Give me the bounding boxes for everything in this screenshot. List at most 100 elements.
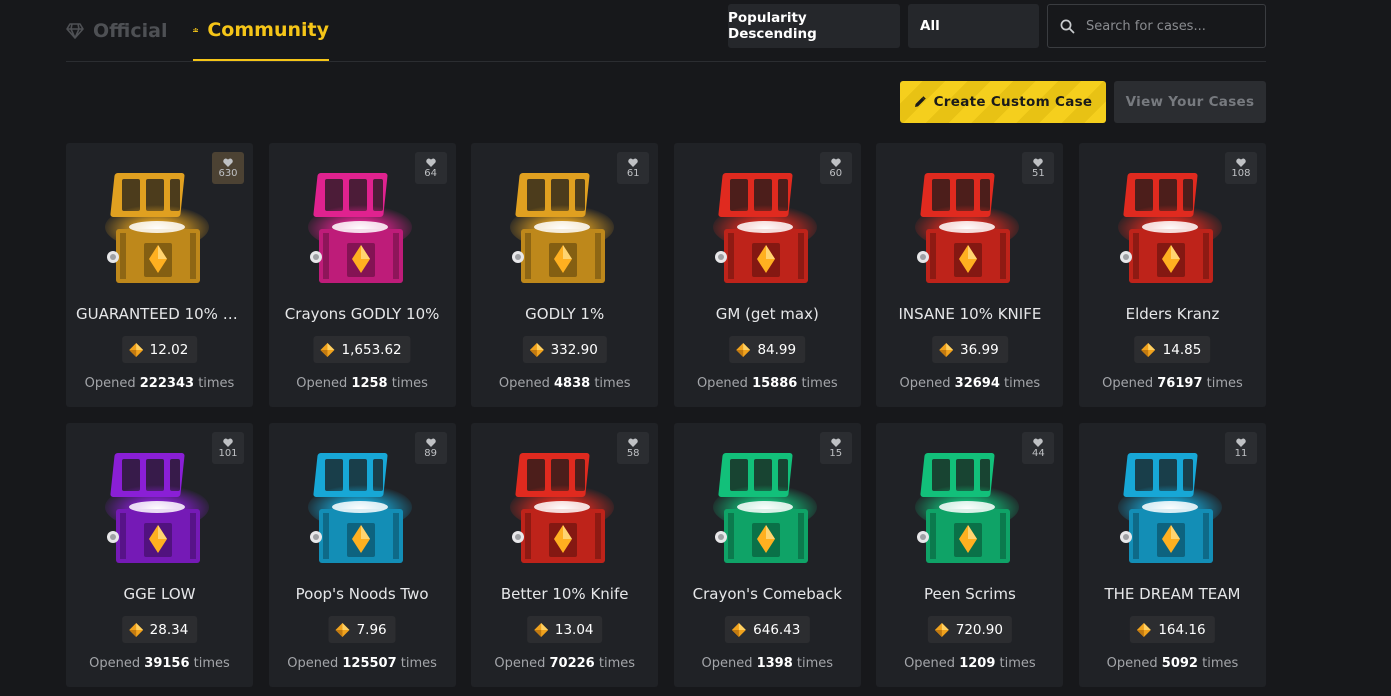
like-button[interactable]: 61	[617, 152, 650, 184]
times-label: times	[1202, 656, 1239, 671]
case-card[interactable]: 51 INSANE 10% KNIFE 36.99 Opened 32694 t…	[876, 143, 1064, 407]
case-card[interactable]: 108 Elders Kranz 14.85 Opened 76197 time…	[1078, 143, 1266, 407]
case-name: GM (get max)	[715, 305, 819, 323]
case-card[interactable]: 630 GUARANTEED 10% KNIFE 12.02 Opened 22…	[66, 143, 253, 407]
case-price: 84.99	[729, 336, 806, 363]
like-button[interactable]: 44	[1022, 432, 1055, 464]
times-label: times	[801, 376, 838, 391]
like-count: 630	[218, 167, 238, 179]
case-chest-image	[710, 171, 820, 291]
opened-label: Opened	[696, 376, 748, 391]
like-count: 44	[1032, 447, 1045, 459]
case-price-value: 164.16	[1158, 621, 1206, 638]
like-button[interactable]: 89	[414, 432, 447, 464]
like-button[interactable]: 101	[212, 432, 244, 464]
times-label: times	[1206, 376, 1243, 391]
case-name: THE DREAM TEAM	[1104, 585, 1241, 603]
tab-community-label: Community	[207, 18, 329, 41]
case-card[interactable]: 101 GGE LOW 28.34 Opened 39156 times	[66, 423, 253, 687]
case-price: 36.99	[932, 336, 1008, 363]
like-count: 61	[626, 167, 640, 179]
heart-icon	[628, 158, 638, 167]
case-chest-image	[305, 451, 415, 571]
opened-label: Opened	[899, 376, 951, 391]
opened-label: Opened	[1102, 376, 1154, 391]
case-chest-image	[912, 451, 1022, 571]
case-price: 7.96	[328, 616, 396, 643]
times-label: times	[594, 376, 631, 391]
gem-icon	[320, 342, 335, 357]
gem-icon	[335, 622, 350, 637]
opened-value: 125507	[342, 656, 397, 671]
create-custom-case-button[interactable]: Create Custom Case	[900, 81, 1106, 123]
case-chest-image	[507, 451, 617, 571]
opened-label: Opened	[89, 656, 141, 671]
like-count: 60	[829, 167, 843, 179]
case-price-value: 332.90	[550, 341, 598, 358]
times-label: times	[391, 376, 428, 391]
like-button[interactable]: 51	[1022, 152, 1055, 184]
case-name: Better 10% Knife	[500, 585, 629, 603]
tab-community[interactable]: Community	[193, 0, 329, 61]
people-icon	[193, 27, 199, 32]
heart-icon	[1236, 438, 1246, 447]
case-name: Crayons GODLY 10%	[284, 305, 440, 323]
case-price: 12.02	[121, 336, 198, 363]
case-card[interactable]: 11 THE DREAM TEAM 164.16 Opened 5092 tim…	[1078, 423, 1266, 687]
like-count: 58	[626, 447, 640, 459]
case-card[interactable]: 60 GM (get max) 84.99 Opened 15886 times	[673, 143, 861, 407]
gem-icon	[732, 622, 747, 637]
opened-count: Opened 222343 times	[66, 376, 253, 391]
sort-select[interactable]: Popularity Descending	[728, 4, 900, 48]
category-select[interactable]: All	[908, 4, 1039, 48]
case-card[interactable]: 58 Better 10% Knife 13.04 Opened 70226 t…	[471, 423, 659, 687]
search-input[interactable]: Search for cases...	[1047, 4, 1266, 48]
opened-label: Opened	[287, 656, 339, 671]
opened-count: Opened 15886 times	[674, 376, 861, 391]
case-price-value: 36.99	[960, 341, 999, 358]
opened-value: 39156	[144, 656, 190, 671]
case-price: 14.85	[1134, 336, 1211, 363]
case-card[interactable]: 64 Crayons GODLY 10% 1,653.62 Opened 125…	[268, 143, 456, 407]
case-name: GGE LOW	[123, 585, 196, 603]
opened-count: Opened 39156 times	[66, 656, 253, 671]
search-icon	[1060, 19, 1075, 33]
case-chest-image	[912, 171, 1022, 291]
opened-label: Opened	[296, 376, 348, 391]
case-name: Peen Scrims	[923, 585, 1016, 603]
like-button[interactable]: 15	[819, 432, 852, 464]
like-button[interactable]: 11	[1224, 432, 1257, 464]
opened-value: 222343	[139, 376, 195, 391]
heart-icon	[831, 438, 841, 447]
opened-label: Opened	[498, 376, 550, 391]
case-chest-image	[1115, 451, 1225, 571]
like-button[interactable]: 108	[1224, 152, 1257, 184]
diamond-icon	[66, 22, 84, 39]
opened-count: Opened 32694 times	[876, 376, 1063, 391]
case-name: Poop's Noods Two	[295, 585, 429, 603]
view-your-cases-button[interactable]: View Your Cases	[1114, 81, 1266, 123]
case-price-value: 14.85	[1162, 341, 1202, 358]
heart-icon	[628, 438, 638, 447]
like-button[interactable]: 64	[414, 152, 447, 184]
case-card[interactable]: 89 Poop's Noods Two 7.96 Opened 125507 t…	[268, 423, 456, 687]
gem-icon	[128, 622, 143, 637]
like-button[interactable]: 58	[617, 432, 650, 464]
gem-icon	[736, 342, 751, 357]
opened-count: Opened 1209 times	[876, 656, 1063, 671]
heart-icon	[831, 158, 841, 167]
case-chest-image	[1115, 171, 1225, 291]
opened-value: 5092	[1161, 656, 1198, 671]
pencil-icon	[914, 96, 926, 107]
case-card[interactable]: 61 GODLY 1% 332.90 Opened 4838 times	[471, 143, 659, 407]
opened-value: 32694	[954, 376, 1000, 391]
like-button[interactable]: 60	[819, 152, 852, 184]
opened-label: Opened	[904, 656, 956, 671]
like-button[interactable]: 630	[212, 152, 244, 184]
case-card[interactable]: 15 Crayon's Comeback 646.43 Opened 1398 …	[673, 423, 861, 687]
like-count: 64	[424, 167, 437, 179]
case-name: INSANE 10% KNIFE	[898, 305, 1042, 323]
case-chest-image	[710, 451, 820, 571]
case-card[interactable]: 44 Peen Scrims 720.90 Opened 1209 times	[876, 423, 1064, 687]
tab-official[interactable]: Official	[66, 0, 167, 61]
